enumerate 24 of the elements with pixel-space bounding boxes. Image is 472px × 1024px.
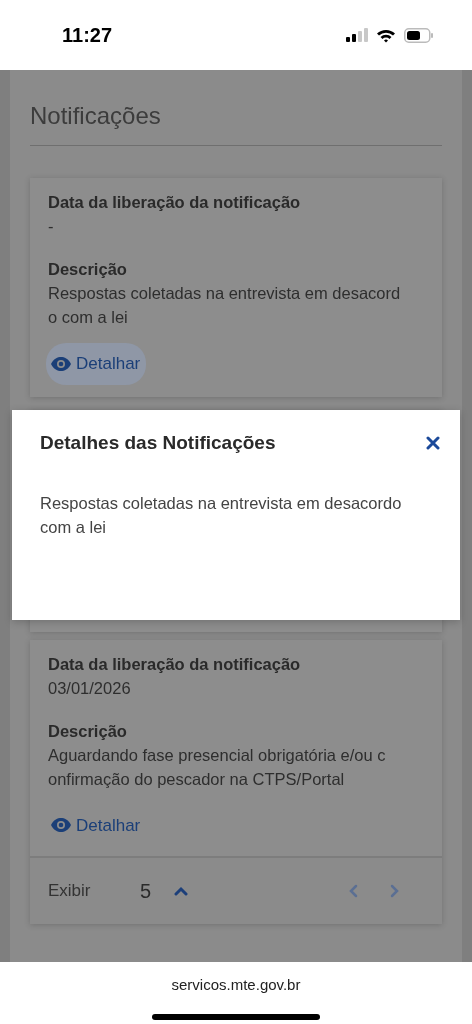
url-text: servicos.mte.gov.br (171, 975, 301, 995)
field-label: Data da liberação da notificação (48, 653, 302, 675)
field-value: Respostas coletadas na entrevista em desacord o com a lei (48, 283, 402, 328)
clock-time: 11:27 (62, 23, 113, 48)
details-button[interactable]: Detalhar (46, 804, 147, 846)
page-title: Notificações (30, 101, 162, 131)
field-label: Descrição (48, 720, 128, 742)
field-value: 03/01/2026 (48, 677, 132, 699)
dialog-title: Detalhes das Notificações (40, 432, 276, 455)
page-size-label: Exibir (48, 880, 92, 903)
details-button[interactable]: Detalhar (46, 343, 147, 385)
page-size-value: 5 (140, 879, 153, 904)
field-value: Aguardando fase presencial obrigatória e/ou c onfirmação do pescador na CTPS/Portal (48, 744, 387, 790)
eye-icon (50, 355, 72, 372)
eye-icon (50, 817, 72, 834)
field-label: Descrição (48, 259, 128, 280)
dialog-text: Respostas coletadas na entrevista em desacordo com a lei (40, 492, 403, 538)
field-value: - (48, 216, 55, 237)
close-button[interactable] (426, 436, 440, 451)
caret-up-icon[interactable] (174, 886, 188, 896)
signal-icon (346, 28, 368, 42)
wifi-icon (376, 27, 396, 43)
battery-icon (404, 27, 434, 43)
field-label: Data da liberação da notificação (48, 192, 302, 213)
